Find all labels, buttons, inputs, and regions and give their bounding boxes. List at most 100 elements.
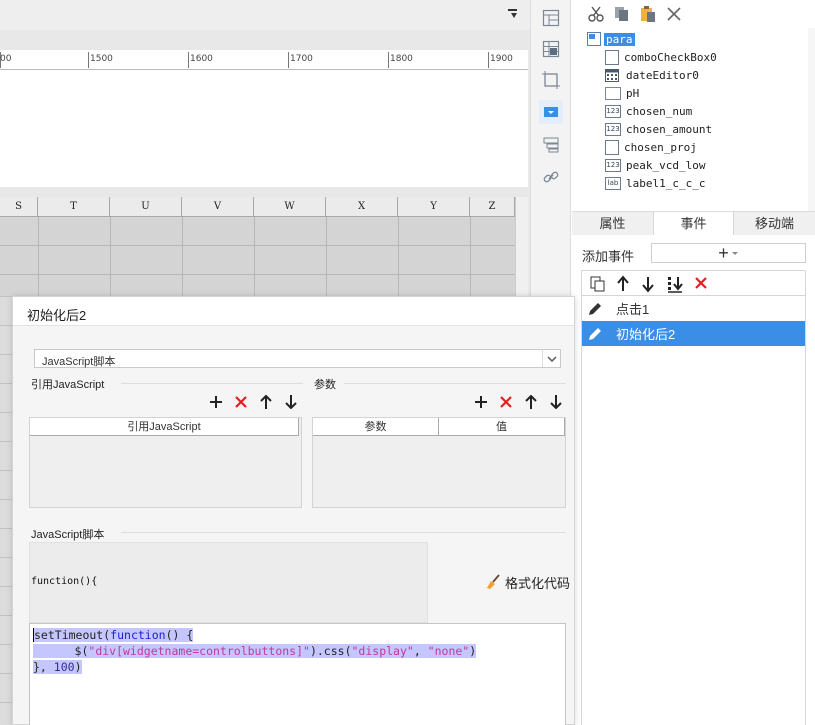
add-event-dropdown[interactable]: + — [651, 243, 806, 263]
code-token: $( — [33, 644, 89, 658]
event-toolbar — [581, 270, 806, 296]
label-icon: lab — [605, 176, 621, 190]
ruler-label: 1800 — [390, 54, 413, 64]
ruler-label: 1500 — [90, 54, 113, 64]
spreadsheet[interactable]: S T U V W X Y Z — [0, 197, 528, 296]
ruler-label: 00 — [0, 54, 12, 64]
tab-properties[interactable]: 属性 — [572, 212, 653, 236]
copy-icon[interactable] — [613, 5, 631, 23]
cut-icon[interactable] — [587, 5, 605, 23]
tree-node-label: chosen_num — [626, 104, 693, 118]
section-divider — [121, 532, 566, 533]
delete-icon[interactable] — [498, 394, 514, 410]
tree-node-label: pH — [626, 86, 640, 100]
event-item-click[interactable]: 点击1 — [582, 296, 805, 321]
number-icon: 123 — [605, 158, 621, 172]
format-code-button[interactable]: 格式化代码 — [485, 573, 570, 591]
grid-table-icon[interactable] — [539, 37, 563, 61]
widget-tree-panel: para comboCheckBox0 dateEditor0 pH 123 c… — [572, 0, 815, 211]
column-header-w[interactable]: W — [254, 197, 326, 217]
ref-js-buttons — [208, 394, 299, 410]
code-editor[interactable]: setTimeout(function() { $("div[widgetnam… — [29, 623, 566, 725]
horizontal-ruler: 00 1500 1600 1700 1800 1900 — [0, 50, 528, 70]
code-token: , — [413, 644, 428, 658]
event-item-after-init[interactable]: 初始化后2 — [582, 321, 805, 346]
form-icon — [587, 32, 601, 46]
event-list: 点击1 初始化后2 — [581, 296, 806, 725]
tree-node[interactable]: lab label1_c_c_c — [605, 174, 705, 192]
dropdown-widget-icon[interactable] — [539, 100, 563, 124]
tree-node[interactable]: 123 chosen_num — [605, 102, 692, 120]
event-item-label: 初始化后2 — [616, 327, 676, 342]
paste-icon[interactable] — [639, 5, 657, 23]
dialog-titlebar: 初始化后2 — [13, 297, 574, 326]
move-up-icon[interactable] — [258, 394, 274, 410]
link-icon[interactable] — [539, 165, 563, 189]
move-bottom-icon[interactable] — [666, 275, 684, 296]
tree-node[interactable]: comboCheckBox0 — [605, 48, 717, 66]
combo-icon — [605, 139, 619, 155]
code-token: () { — [165, 628, 194, 642]
move-down-icon[interactable] — [283, 394, 299, 410]
params-table[interactable]: 参数 值 — [312, 417, 566, 508]
script-type-select[interactable]: JavaScript脚本 — [34, 349, 561, 368]
delete-icon[interactable] — [233, 394, 249, 410]
column-header-v[interactable]: V — [182, 197, 254, 217]
sheet-row-strip — [0, 296, 12, 725]
ref-js-table[interactable]: 引用JavaScript — [29, 417, 302, 508]
column-header-u[interactable]: U — [110, 197, 182, 217]
ref-js-table-header[interactable]: 引用JavaScript — [30, 418, 299, 436]
form-canvas[interactable] — [0, 70, 528, 187]
code-token: function — [110, 628, 166, 642]
column-header-z[interactable]: Z — [470, 197, 515, 217]
add-icon[interactable] — [473, 394, 489, 410]
tree-toolbar — [572, 0, 815, 28]
move-down-icon[interactable] — [640, 275, 656, 296]
function-header: function(){ — [29, 542, 428, 623]
tree-scrollbar[interactable] — [808, 28, 815, 211]
move-up-icon[interactable] — [615, 275, 631, 296]
tab-events[interactable]: 事件 — [653, 212, 734, 236]
crop-frame-icon[interactable] — [539, 68, 563, 92]
print-layout-icon[interactable] — [539, 133, 563, 157]
tree-root-para[interactable]: para — [587, 31, 635, 47]
collapse-panel-icon[interactable] — [505, 6, 521, 22]
sheet-scrollbar[interactable] — [515, 197, 528, 296]
tree-node-label: peak_vcd_low — [626, 158, 706, 172]
tree-node[interactable]: 123 peak_vcd_low — [605, 156, 705, 174]
tree-node[interactable]: dateEditor0 — [605, 66, 699, 84]
code-content[interactable]: setTimeout(function() { $("div[widgetnam… — [33, 627, 477, 675]
section-divider — [121, 383, 303, 384]
widget-tree: para comboCheckBox0 dateEditor0 pH 123 c… — [572, 28, 808, 211]
params-section-label: 参数 — [314, 379, 336, 391]
tree-node[interactable]: chosen_proj — [605, 138, 697, 156]
tree-node[interactable]: 123 chosen_amount — [605, 120, 712, 138]
edit-icon — [582, 326, 608, 342]
add-icon[interactable] — [208, 394, 224, 410]
column-header-x[interactable]: X — [326, 197, 398, 217]
tab-mobile[interactable]: 移动端 — [734, 212, 815, 236]
column-header-s[interactable]: S — [0, 197, 38, 217]
move-down-icon[interactable] — [548, 394, 564, 410]
chevron-down-icon[interactable] — [542, 350, 560, 367]
tree-node[interactable]: pH — [605, 84, 639, 102]
delete-icon[interactable] — [665, 5, 683, 23]
params-table-header-value[interactable]: 值 — [439, 418, 565, 436]
broom-icon — [487, 574, 500, 589]
ruler-label: 1700 — [290, 54, 313, 64]
add-event-plus: + — [718, 243, 729, 263]
copy-icon[interactable] — [589, 275, 607, 296]
calendar-icon — [605, 69, 619, 82]
move-up-icon[interactable] — [523, 394, 539, 410]
delete-icon[interactable] — [693, 275, 709, 294]
script-type-value: JavaScript脚本 — [42, 356, 116, 368]
section-divider — [344, 383, 566, 384]
params-table-header-name[interactable]: 参数 — [313, 418, 439, 436]
event-item-label: 点击1 — [616, 302, 650, 317]
column-header-t[interactable]: T — [38, 197, 110, 217]
dialog-title: 初始化后2 — [27, 308, 87, 323]
column-header-y[interactable]: Y — [398, 197, 470, 217]
sheet-cells[interactable] — [0, 217, 515, 296]
code-token: "display" — [351, 644, 414, 658]
frozen-layout-icon[interactable] — [539, 6, 563, 30]
